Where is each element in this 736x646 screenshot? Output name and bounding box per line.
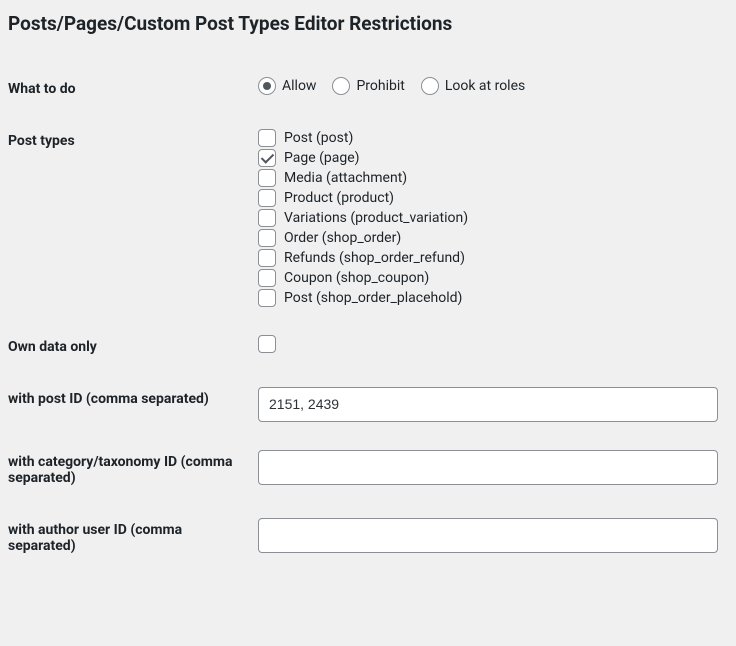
post-type-label: Page (page) (284, 150, 360, 166)
post-type-item[interactable]: Post (post) (258, 129, 718, 147)
radio-prohibit-input[interactable] (332, 77, 350, 95)
radio-allow[interactable]: Allow (258, 77, 316, 95)
radio-look-at-roles[interactable]: Look at roles (421, 77, 525, 95)
post-type-item[interactable]: Product (product) (258, 189, 718, 207)
radio-prohibit[interactable]: Prohibit (332, 77, 404, 95)
settings-form-table: What to do Allow Prohibit Look at roles (8, 63, 728, 572)
post-type-label: Post (shop_order_placehold) (284, 290, 462, 306)
what-to-do-label: What to do (8, 63, 258, 115)
post-type-item[interactable]: Refunds (shop_order_refund) (258, 249, 718, 267)
post-id-input[interactable] (258, 387, 718, 422)
post-type-item[interactable]: Coupon (shop_coupon) (258, 269, 718, 287)
post-type-item[interactable]: Page (page) (258, 149, 718, 167)
radio-look-at-roles-input[interactable] (421, 77, 439, 95)
post-type-checkbox[interactable] (258, 169, 276, 187)
post-type-checkbox[interactable] (258, 229, 276, 247)
radio-prohibit-label: Prohibit (356, 78, 404, 94)
post-type-checkbox[interactable] (258, 249, 276, 267)
radio-allow-input[interactable] (258, 77, 276, 95)
post-type-checkbox[interactable] (258, 269, 276, 287)
own-data-only-label: Own data only (8, 321, 258, 373)
own-data-only-checkbox[interactable] (258, 335, 276, 353)
post-type-label: Refunds (shop_order_refund) (284, 250, 465, 266)
post-types-label: Post types (8, 115, 258, 321)
what-to-do-radio-group: Allow Prohibit Look at roles (258, 77, 718, 95)
post-type-checkbox[interactable] (258, 129, 276, 147)
category-id-label: with category/taxonomy ID (comma separat… (8, 436, 258, 504)
post-type-item[interactable]: Variations (product_variation) (258, 209, 718, 227)
section-title: Posts/Pages/Custom Post Types Editor Res… (8, 8, 728, 39)
post-type-label: Order (shop_order) (284, 230, 401, 246)
post-type-label: Product (product) (284, 190, 394, 206)
category-id-input[interactable] (258, 450, 718, 485)
post-type-checkbox[interactable] (258, 149, 276, 167)
post-type-label: Media (attachment) (284, 170, 407, 186)
post-type-item[interactable]: Media (attachment) (258, 169, 718, 187)
post-type-label: Post (post) (284, 130, 353, 146)
post-type-checkbox[interactable] (258, 289, 276, 307)
post-id-label: with post ID (comma separated) (8, 373, 258, 436)
author-id-input[interactable] (258, 518, 718, 553)
post-type-checkbox[interactable] (258, 209, 276, 227)
radio-allow-label: Allow (282, 78, 316, 94)
post-type-label: Variations (product_variation) (284, 210, 468, 226)
post-type-label: Coupon (shop_coupon) (284, 270, 429, 286)
post-types-checkbox-list: Post (post) Page (page) Media (attachment)… (258, 129, 718, 307)
radio-look-at-roles-label: Look at roles (445, 78, 525, 94)
post-type-checkbox[interactable] (258, 189, 276, 207)
post-type-item[interactable]: Order (shop_order) (258, 229, 718, 247)
author-id-label: with author user ID (comma separated) (8, 504, 258, 572)
post-type-item[interactable]: Post (shop_order_placehold) (258, 289, 718, 307)
